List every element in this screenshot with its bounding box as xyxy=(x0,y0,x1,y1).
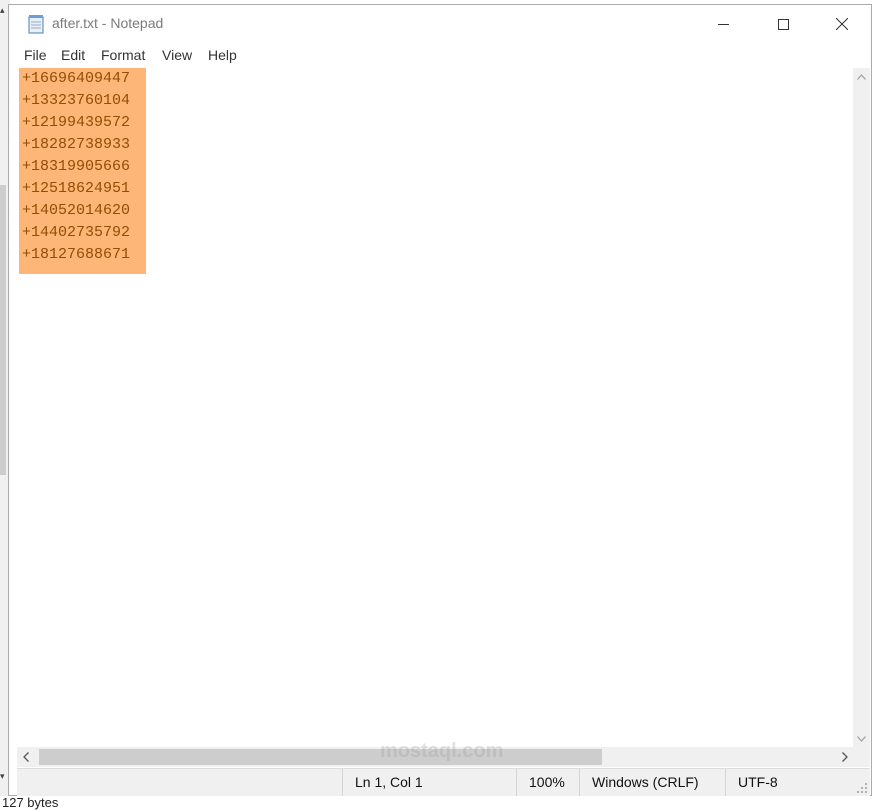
text-line[interactable]: +13323760104 xyxy=(19,90,146,112)
background-scrollbar xyxy=(0,185,6,475)
status-encoding: UTF-8 xyxy=(725,769,850,796)
minimize-icon xyxy=(717,23,729,25)
text-line[interactable]: +12199439572 xyxy=(19,112,146,134)
text-line[interactable]: +14402735792 xyxy=(19,222,146,244)
close-button[interactable] xyxy=(813,5,871,43)
horizontal-scrollbar[interactable] xyxy=(17,747,853,767)
status-bar: Ln 1, Col 1 100% Windows (CRLF) UTF-8 xyxy=(17,768,870,796)
horizontal-scroll-thumb[interactable] xyxy=(39,749,602,765)
menu-view[interactable]: View xyxy=(162,47,192,63)
vertical-scrollbar[interactable] xyxy=(853,68,870,747)
menu-edit[interactable]: Edit xyxy=(61,47,85,63)
minimize-button[interactable] xyxy=(694,5,752,43)
scroll-right-button[interactable] xyxy=(836,747,853,767)
status-zoom: 100% xyxy=(516,769,579,796)
status-line-ending: Windows (CRLF) xyxy=(579,769,725,796)
scrollbar-corner xyxy=(853,747,870,767)
window-title: after.txt - Notepad xyxy=(52,15,164,31)
text-editor[interactable]: +16696409447 +13323760104 +12199439572 +… xyxy=(17,68,853,747)
background-explorer-statusbar: 127 bytes xyxy=(0,796,874,810)
text-line[interactable]: +18282738933 xyxy=(19,134,146,156)
scroll-right-icon xyxy=(841,752,848,762)
resize-grip-icon[interactable] xyxy=(856,782,868,794)
maximize-button[interactable] xyxy=(754,5,812,43)
background-scroll-down-icon: ▾ xyxy=(0,772,5,782)
status-cursor-position: Ln 1, Col 1 xyxy=(342,769,516,796)
scroll-down-button[interactable] xyxy=(853,730,870,747)
menu-bar: File Edit Format View Help xyxy=(9,43,871,68)
menu-help[interactable]: Help xyxy=(208,47,237,63)
close-icon xyxy=(836,18,848,30)
scroll-left-icon xyxy=(22,752,29,762)
scroll-up-button[interactable] xyxy=(853,68,870,85)
scroll-left-button[interactable] xyxy=(17,747,34,767)
text-line[interactable]: +14052014620 xyxy=(19,200,146,222)
menu-format[interactable]: Format xyxy=(101,47,145,63)
scroll-down-icon xyxy=(857,735,866,742)
notepad-icon xyxy=(28,15,44,34)
background-scroll-up-icon: ▴ xyxy=(0,6,5,16)
scroll-up-icon xyxy=(857,73,866,80)
text-line[interactable]: +12518624951 xyxy=(19,178,146,200)
text-line[interactable]: +16696409447 xyxy=(19,68,146,90)
text-line[interactable]: +18319905666 xyxy=(19,156,146,178)
background-file-size: 127 bytes xyxy=(2,795,59,810)
text-line[interactable]: +18127688671 xyxy=(19,244,146,274)
title-bar[interactable]: after.txt - Notepad xyxy=(9,5,871,43)
notepad-window: after.txt - Notepad File Edit Format Vie… xyxy=(8,4,872,796)
maximize-icon xyxy=(777,18,789,30)
menu-file[interactable]: File xyxy=(24,47,47,63)
